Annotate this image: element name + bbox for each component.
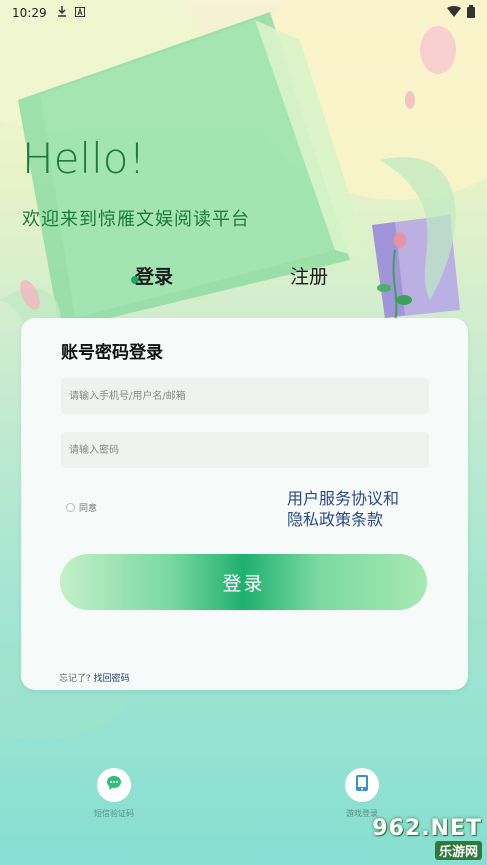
welcome-text: 欢迎来到惊雁文娱阅读平台 [22, 209, 250, 230]
card-title: 账号密码登录 [61, 343, 163, 363]
tab-register[interactable]: 注册 [290, 262, 328, 289]
wifi-icon [447, 6, 461, 20]
policy-links: 用户服务协议和 隐私政策条款 [287, 488, 427, 530]
sms-label: 短信验证码 [94, 809, 134, 818]
status-time: 10:29 [12, 6, 47, 20]
site-watermark-logo: 962.NET 乐游网 [348, 815, 482, 861]
other-login-option[interactable]: 游戏登录 [345, 768, 379, 819]
other-login-button[interactable] [345, 768, 379, 802]
recover-password-link[interactable]: 找回密码 [94, 674, 130, 684]
watermark-top-text: 962.NET [372, 816, 482, 841]
login-card: 账号密码登录 同意 用户服务协议和 隐私政策条款 登录 忘记了? 找回密码 [21, 318, 468, 690]
sms-login-option[interactable]: 短信验证码 [94, 768, 134, 819]
agree-row: 同意 [66, 501, 97, 514]
sms-button[interactable] [97, 768, 131, 802]
password-input[interactable] [61, 432, 429, 468]
watermark-bottom-text: 乐游网 [434, 841, 482, 860]
forgot-prefix: 忘记了? [59, 674, 91, 684]
phone-icon [355, 774, 369, 796]
download-icon [57, 6, 67, 20]
battery-icon [467, 5, 475, 21]
chat-bubble-icon [106, 775, 122, 795]
tab-login[interactable]: 登录 [135, 262, 173, 289]
hello-heading: Hello! [22, 134, 146, 183]
privacy-policy-link[interactable]: 隐私政策条款 [287, 510, 383, 529]
login-button[interactable]: 登录 [60, 554, 427, 610]
user-agreement-link[interactable]: 用户服务协议 [287, 489, 383, 508]
agree-label: 同意 [79, 504, 98, 514]
account-input[interactable] [61, 378, 429, 414]
a-icon [74, 6, 85, 20]
forgot-row: 忘记了? 找回密码 [59, 671, 130, 684]
status-bar: 10:29 [0, 0, 487, 26]
policy-and-text: 和 [383, 489, 400, 508]
agree-radio[interactable] [66, 503, 75, 512]
